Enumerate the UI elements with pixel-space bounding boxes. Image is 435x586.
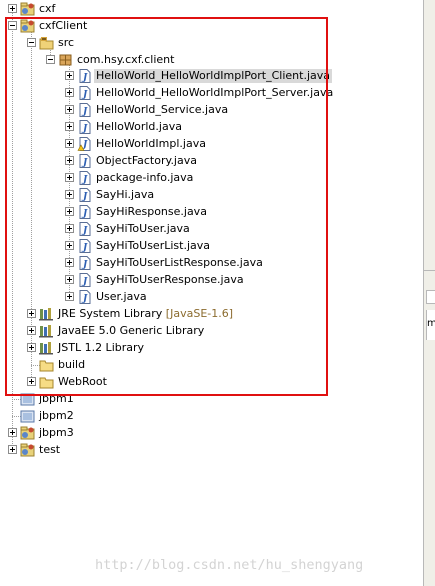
java-project-icon	[20, 443, 36, 457]
expand-toggle-icon[interactable]	[8, 445, 17, 454]
tree-item-text: jbpm3	[39, 426, 74, 439]
tree-item-test[interactable]: test	[0, 442, 420, 458]
tree-item-label: cxf	[39, 2, 55, 16]
tree-item-label: jbpm3	[39, 426, 74, 440]
expand-toggle-icon[interactable]	[8, 428, 17, 437]
java-project-icon	[20, 2, 36, 16]
expand-toggle-icon[interactable]	[8, 4, 17, 13]
tree-item-jbpm2[interactable]: jbpm2	[0, 408, 420, 424]
tree-item-jbpm3[interactable]: jbpm3	[0, 425, 420, 441]
view-tab-label: m	[427, 318, 435, 329]
editor-panel-edge: m	[423, 0, 435, 586]
view-tab[interactable]	[426, 290, 435, 304]
highlight-box	[5, 17, 328, 396]
tree-item-label: jbpm2	[39, 409, 74, 423]
tree-item-text: cxf	[39, 2, 56, 15]
java-project-icon	[20, 426, 36, 440]
closed-project-icon	[20, 409, 36, 423]
tree-item-cxf[interactable]: cxf	[0, 1, 420, 17]
tree-item-label: test	[39, 443, 60, 457]
tree-item-text: test	[39, 443, 61, 456]
tree-item-text: jbpm2	[39, 409, 74, 422]
watermark: http://blog.csdn.net/hu_shengyang	[95, 557, 364, 573]
